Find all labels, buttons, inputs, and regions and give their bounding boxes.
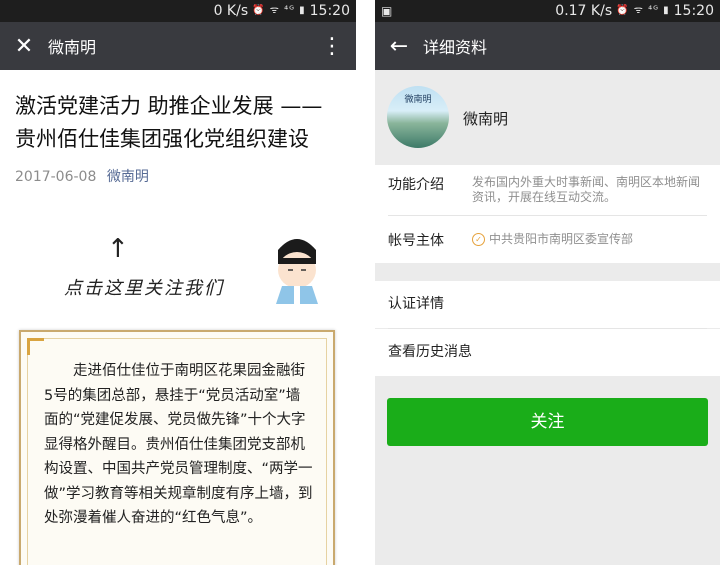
notification-icon: ▣ bbox=[381, 4, 393, 18]
topbar-title: 微南明 bbox=[48, 38, 97, 57]
owner-row[interactable]: 帐号主体 ✓ 中共贵阳市南明区委宣传部 bbox=[375, 216, 720, 263]
mascot-image bbox=[276, 239, 318, 304]
history-link[interactable]: 查看历史消息 bbox=[375, 329, 720, 376]
clock: 15:20 bbox=[673, 3, 714, 19]
article-meta: 2017-06-08 微南明 bbox=[0, 156, 356, 186]
intro-label: 功能介绍 bbox=[388, 177, 444, 193]
verified-check-icon: ✓ bbox=[472, 233, 485, 246]
close-icon[interactable]: ✕ bbox=[0, 34, 48, 59]
intro-value: 发布国内外重大时事新闻、南明区本地新闻资讯，开展在线互动交流。 bbox=[472, 175, 701, 204]
status-bar: 0 K/s ⏰ ᯤ ⁴ᴳ ▮ 15:20 bbox=[0, 0, 356, 22]
intro-row: 功能介绍 发布国内外重大时事新闻、南明区本地新闻资讯，开展在线互动交流。 bbox=[375, 165, 720, 215]
article-body-card: 走进佰仕佳位于南明区花果园金融街5号的集团总部，悬挂于“党员活动室”墙面的“党建… bbox=[19, 330, 335, 565]
profile-screen: ▣ 0.17 K/s ⏰ ᯤ ⁴ᴳ ▮ 15:20 ← 详细资料 微南明 微南明… bbox=[375, 0, 720, 565]
topbar-title: 详细资料 bbox=[423, 38, 488, 57]
banner-cta-text: 点击这里关注我们 bbox=[64, 278, 224, 299]
article-date: 2017-06-08 bbox=[15, 169, 97, 185]
follow-banner[interactable]: ↑ 点击这里关注我们 bbox=[0, 216, 356, 326]
avatar[interactable]: 微南明 bbox=[387, 86, 449, 148]
back-arrow-icon[interactable]: ← bbox=[375, 34, 423, 59]
owner-value: 中共贵阳市南明区委宣传部 bbox=[489, 232, 634, 246]
profile-header: 微南明 微南明 bbox=[375, 70, 720, 165]
owner-value-wrap: ✓ 中共贵阳市南明区委宣传部 bbox=[472, 232, 707, 247]
article-body-text: 走进佰仕佳位于南明区花果园金融街5号的集团总部，悬挂于“党员活动室”墙面的“党建… bbox=[44, 363, 313, 526]
status-bar: ▣ 0.17 K/s ⏰ ᯤ ⁴ᴳ ▮ 15:20 bbox=[375, 0, 720, 22]
certification-link[interactable]: 认证详情 bbox=[375, 281, 720, 328]
status-icons: ⏰ ᯤ ⁴ᴳ ▮ bbox=[616, 5, 670, 16]
profile-name: 微南明 bbox=[463, 110, 509, 128]
up-arrow-icon: ↑ bbox=[107, 234, 129, 264]
follow-button[interactable]: 关注 bbox=[387, 398, 708, 446]
info-block: 功能介绍 发布国内外重大时事新闻、南明区本地新闻资讯，开展在线互动交流。 帐号主… bbox=[375, 165, 720, 263]
avatar-logo-text: 微南明 bbox=[404, 95, 432, 105]
article-title: 激活党建活力 助推企业发展 ——贵州佰仕佳集团强化党组织建设 bbox=[15, 94, 323, 151]
more-menu-icon[interactable]: ⋮ bbox=[308, 34, 356, 59]
article-screen: 0 K/s ⏰ ᯤ ⁴ᴳ ▮ 15:20 ✕ 微南明 ⋮ 激活党建活力 助推企业… bbox=[0, 0, 356, 565]
account-link[interactable]: 微南明 bbox=[107, 169, 149, 185]
card-corner-ornament bbox=[27, 338, 44, 355]
article-topbar: ✕ 微南明 ⋮ bbox=[0, 22, 356, 70]
network-speed: 0.17 K/s bbox=[555, 3, 613, 19]
status-icons: ⏰ ᯤ ⁴ᴳ ▮ bbox=[252, 5, 306, 16]
network-speed: 0 K/s bbox=[213, 3, 249, 19]
profile-topbar: ← 详细资料 bbox=[375, 22, 720, 70]
clock: 15:20 bbox=[309, 3, 350, 19]
section-gap bbox=[375, 263, 720, 281]
owner-label: 帐号主体 bbox=[388, 232, 444, 249]
